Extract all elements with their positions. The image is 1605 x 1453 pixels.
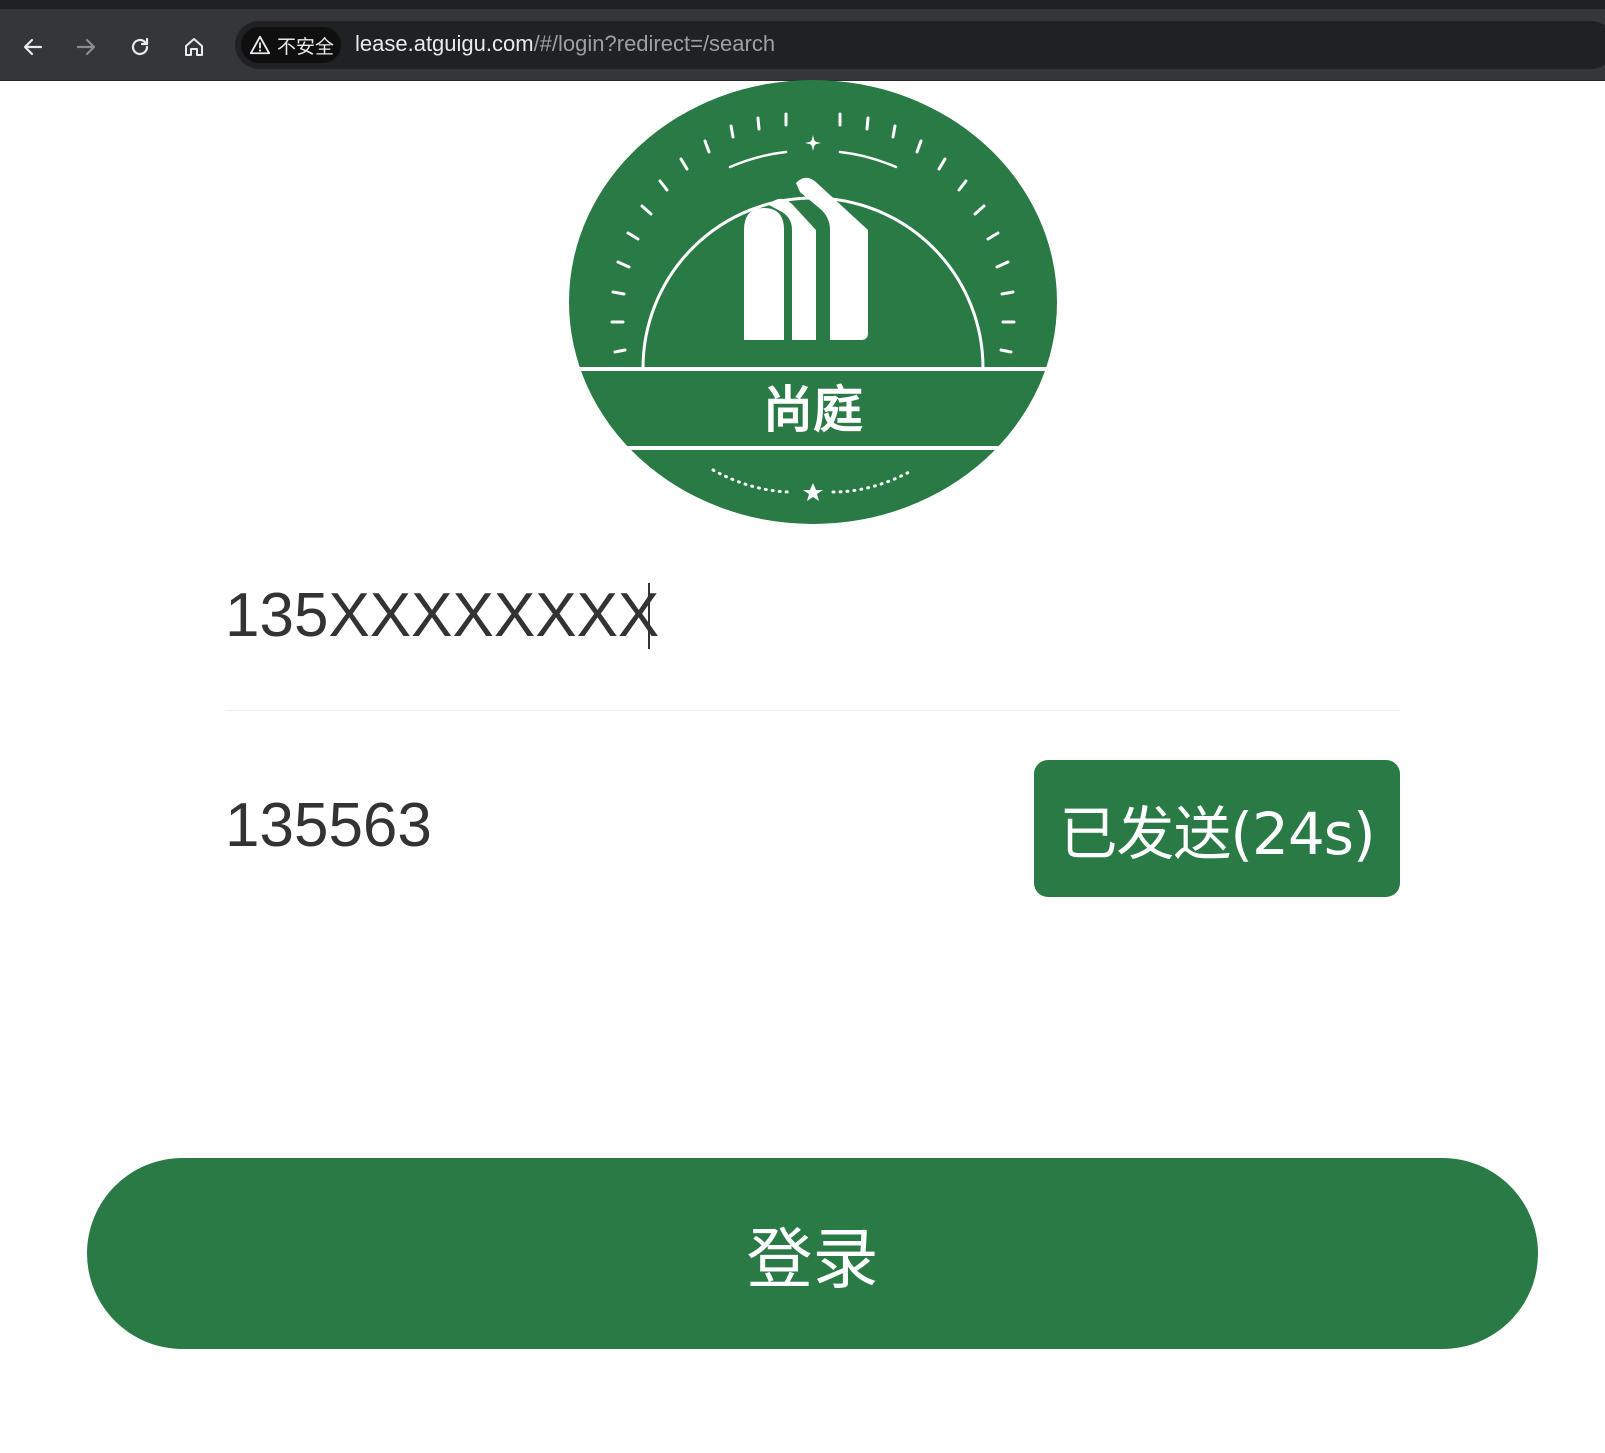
login-button[interactable]: 登录 (87, 1158, 1538, 1349)
address-bar[interactable]: 不安全 lease.atguigu.com/#/login?redirect=/… (235, 21, 1605, 69)
browser-toolbar: 不安全 lease.atguigu.com/#/login?redirect=/… (0, 9, 1605, 81)
text-caret (648, 583, 650, 649)
reload-icon (131, 37, 149, 56)
home-icon (185, 38, 203, 56)
warning-icon (249, 35, 271, 55)
input-divider (225, 710, 1400, 711)
forward-button[interactable] (72, 33, 100, 61)
security-label: 不安全 (277, 35, 335, 58)
reload-button[interactable] (126, 33, 154, 61)
back-button[interactable] (19, 33, 47, 61)
arrow-right-icon (76, 38, 96, 56)
url-host: lease.atguigu.com (355, 31, 534, 56)
url-text[interactable]: lease.atguigu.com/#/login?redirect=/sear… (355, 31, 775, 57)
browser-top-strip (0, 0, 1605, 9)
arrow-left-icon (23, 38, 43, 56)
security-indicator[interactable]: 不安全 (241, 27, 341, 63)
home-button[interactable] (180, 33, 208, 61)
logo-brand-text: 尚庭 (763, 381, 863, 439)
verification-code-input[interactable] (225, 770, 985, 880)
phone-input[interactable] (225, 560, 1400, 670)
url-path: /#/login?redirect=/search (533, 31, 776, 56)
send-code-button[interactable]: 已发送(24s) (1034, 760, 1400, 897)
shangting-logo: 尚庭 (569, 80, 1057, 524)
